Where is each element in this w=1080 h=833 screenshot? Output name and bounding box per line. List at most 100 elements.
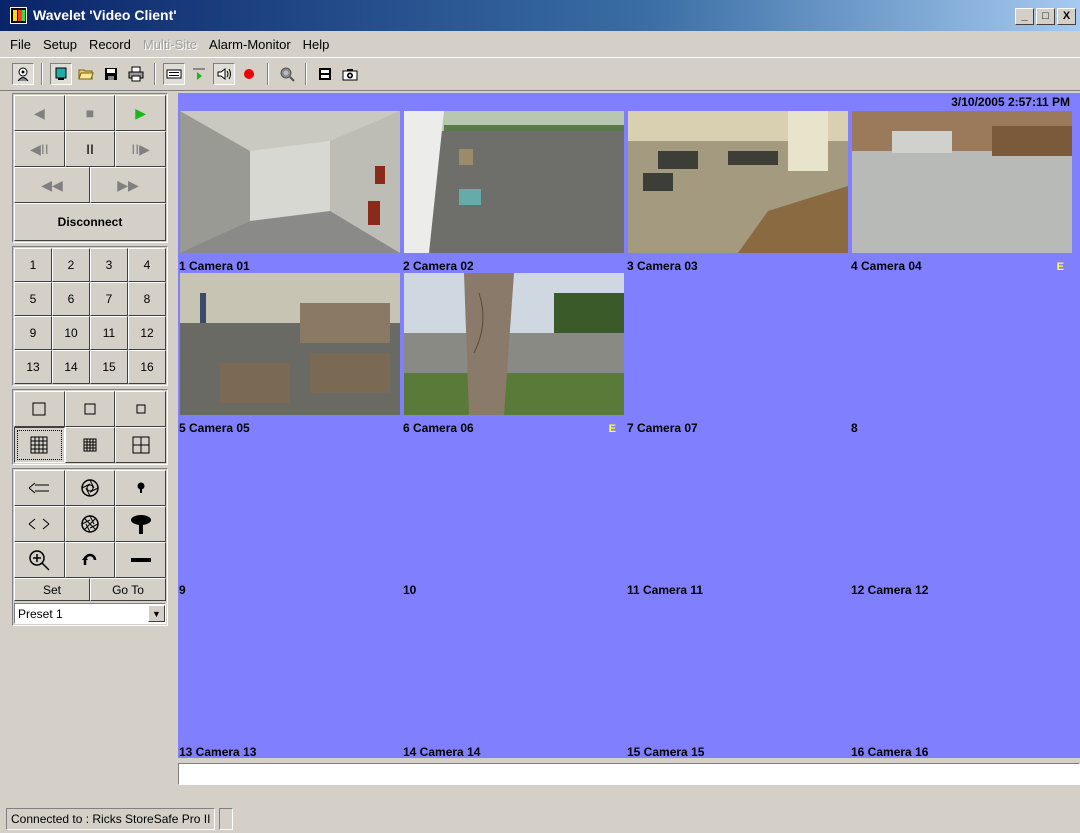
status-bar: Connected to : Ricks StoreSafe Pro II: [6, 808, 234, 830]
pause-button[interactable]: II: [64, 131, 116, 167]
camera-9-button[interactable]: 9: [14, 316, 52, 350]
camera-cell[interactable]: 13 Camera 13: [178, 597, 400, 759]
focus-far-icon[interactable]: [115, 506, 167, 542]
camera-feed-parking[interactable]: [404, 111, 624, 253]
live-icon[interactable]: [188, 63, 210, 85]
open-folder-icon[interactable]: [75, 63, 97, 85]
camera-16-button[interactable]: 16: [128, 350, 166, 384]
layout-single-large-icon[interactable]: [14, 391, 65, 427]
camera-11-button[interactable]: 11: [90, 316, 128, 350]
layout-single-medium-icon[interactable]: [64, 391, 116, 427]
camera-4-button[interactable]: 4: [128, 248, 166, 282]
menu-alarm-monitor[interactable]: Alarm-Monitor: [203, 37, 297, 52]
camera-12-button[interactable]: 12: [128, 316, 166, 350]
camera-7-button[interactable]: 7: [90, 282, 128, 316]
audio-icon[interactable]: [213, 63, 235, 85]
control-panel: ◀ ■ ▶ ◀II II II▶ ◀◀ ▶▶ Disconnect 1 2 3 …: [12, 93, 168, 629]
camera-feed-hallway[interactable]: [180, 111, 400, 253]
camera-3-button[interactable]: 3: [90, 248, 128, 282]
camera-cell[interactable]: 3 Camera 03: [626, 111, 848, 273]
app-icon[interactable]: [10, 7, 27, 24]
menu-help[interactable]: Help: [297, 37, 336, 52]
camera-14-button[interactable]: 14: [52, 350, 90, 384]
camera-feed-tree[interactable]: [404, 273, 624, 415]
window-title: Wavelet 'Video Client': [33, 7, 177, 23]
camera-2-button[interactable]: 2: [52, 248, 90, 282]
disconnect-button[interactable]: Disconnect: [14, 203, 166, 241]
camera-cell[interactable]: 15 Camera 15: [626, 597, 848, 759]
camera-label: 6 Camera 06: [403, 421, 474, 435]
camera-label: 15 Camera 15: [627, 745, 705, 759]
camera-cell[interactable]: 8: [850, 273, 1072, 435]
camera-cell[interactable]: 10: [402, 435, 624, 597]
rewind-button[interactable]: ◀◀: [14, 167, 90, 203]
connect-icon[interactable]: [12, 63, 34, 85]
preset-set-button[interactable]: Set: [14, 578, 90, 601]
zoom-out-icon[interactable]: [115, 542, 167, 578]
zoom-in-icon[interactable]: [14, 542, 65, 578]
camera-feed-warehouse-floor[interactable]: [852, 111, 1072, 253]
monitor-icon[interactable]: [50, 63, 72, 85]
message-field[interactable]: [178, 763, 1080, 785]
camera-feed-boxes[interactable]: [180, 273, 400, 415]
fast-forward-button[interactable]: ▶▶: [90, 167, 166, 203]
camera-cell[interactable]: 12 Camera 12: [850, 435, 1072, 597]
title-bar: Wavelet 'Video Client' _ □ X: [0, 0, 1080, 31]
previous-button[interactable]: ◀: [14, 95, 65, 131]
camera-1-button[interactable]: 1: [14, 248, 52, 282]
iris-open-icon[interactable]: [64, 470, 116, 506]
menu-file[interactable]: File: [4, 37, 37, 52]
menu-bar: File Setup Record Multi-Site Alarm-Monit…: [0, 33, 1080, 55]
focus-near-icon[interactable]: [115, 470, 167, 506]
record-icon[interactable]: [238, 63, 260, 85]
playback-icon[interactable]: [163, 63, 185, 85]
camera-cell[interactable]: 4 Camera 04 E: [850, 111, 1072, 273]
maximize-button[interactable]: □: [1036, 8, 1055, 25]
save-icon[interactable]: [100, 63, 122, 85]
camera-cell[interactable]: 11 Camera 11: [626, 435, 848, 597]
camera-5-button[interactable]: 5: [14, 282, 52, 316]
snapshot-icon[interactable]: [339, 63, 361, 85]
close-button[interactable]: X: [1057, 8, 1076, 25]
menu-record[interactable]: Record: [83, 37, 137, 52]
step-back-button[interactable]: ◀II: [14, 131, 65, 167]
undo-icon[interactable]: [64, 542, 116, 578]
film-icon[interactable]: [314, 63, 336, 85]
playback-controls: ◀ ■ ▶ ◀II II II▶ ◀◀ ▶▶ Disconnect: [12, 93, 168, 243]
layout-9-grid-icon[interactable]: [64, 427, 116, 463]
print-icon[interactable]: [125, 63, 147, 85]
camera-8-button[interactable]: 8: [128, 282, 166, 316]
pan-left-icon[interactable]: [14, 470, 65, 506]
camera-cell[interactable]: 6 Camera 06 E: [402, 273, 624, 435]
play-button[interactable]: ▶: [115, 95, 167, 131]
datetime-display: 3/10/2005 2:57:11 PM: [951, 95, 1070, 109]
layout-4-grid-icon[interactable]: [115, 427, 167, 463]
stop-button[interactable]: ■: [64, 95, 116, 131]
pan-right-icon[interactable]: [14, 506, 65, 542]
camera-cell[interactable]: 7 Camera 07: [626, 273, 848, 435]
camera-13-button[interactable]: 13: [14, 350, 52, 384]
camera-cell[interactable]: 14 Camera 14: [402, 597, 624, 759]
camera-cell[interactable]: 5 Camera 05: [178, 273, 400, 435]
camera-cell[interactable]: 9: [178, 435, 400, 597]
camera-cell[interactable]: 2 Camera 02: [402, 111, 624, 273]
camera-feed-lobby[interactable]: [628, 111, 848, 253]
layout-16-grid-icon[interactable]: [14, 427, 65, 463]
iris-close-icon[interactable]: [64, 506, 116, 542]
chevron-down-icon[interactable]: ▼: [148, 605, 165, 622]
preset-goto-button[interactable]: Go To: [90, 578, 166, 601]
step-forward-button[interactable]: II▶: [115, 131, 167, 167]
camera-6-button[interactable]: 6: [52, 282, 90, 316]
menu-setup[interactable]: Setup: [37, 37, 83, 52]
search-icon[interactable]: [276, 63, 298, 85]
preset-select[interactable]: Preset 1 ▼: [14, 603, 166, 624]
minimize-button[interactable]: _: [1015, 8, 1034, 25]
status-panel-extra: [219, 808, 234, 830]
camera-cell[interactable]: 1 Camera 01: [178, 111, 400, 273]
camera-10-button[interactable]: 10: [52, 316, 90, 350]
layout-single-small-icon[interactable]: [115, 391, 167, 427]
camera-label: 5 Camera 05: [179, 421, 250, 435]
video-grid: 3/10/2005 2:57:11 PM 1 Camera 01 2 Camer…: [178, 93, 1080, 759]
camera-cell[interactable]: 16 Camera 16: [850, 597, 1072, 759]
camera-15-button[interactable]: 15: [90, 350, 128, 384]
